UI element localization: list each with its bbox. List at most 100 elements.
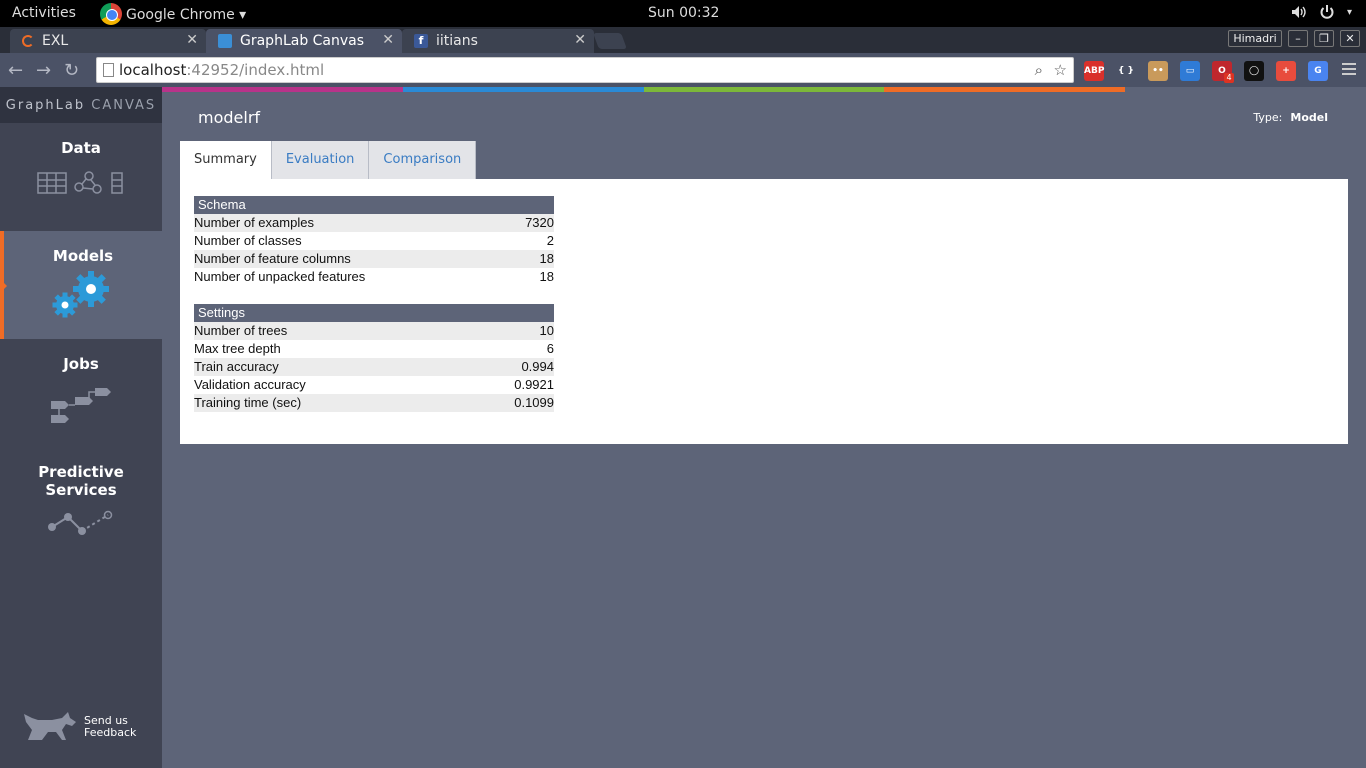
schema-rows: Number of examples 7320 Number of classes… xyxy=(194,214,554,286)
row-value: 7320 xyxy=(525,215,554,230)
row-label: Number of unpacked features xyxy=(194,269,366,284)
volume-icon[interactable] xyxy=(1291,5,1307,19)
adblock-plus-icon[interactable]: ABP xyxy=(1084,61,1104,81)
row-value: 18 xyxy=(539,269,554,284)
row-label: Training time (sec) xyxy=(194,395,302,410)
table-row: Number of feature columns 18 xyxy=(194,250,554,268)
loading-spinner-icon xyxy=(22,35,34,47)
zoom-icon[interactable]: ⌕ xyxy=(1035,58,1043,82)
profile-button[interactable]: Himadri xyxy=(1228,30,1282,47)
model-type: Type: Model xyxy=(1253,111,1328,124)
address-bar[interactable]: localhost:42952/index.html ⌕ ☆ xyxy=(96,57,1074,83)
model-title: modelrf xyxy=(198,108,261,127)
activities-button[interactable]: Activities xyxy=(12,5,76,21)
facebook-icon: f xyxy=(414,34,428,48)
brand-name: GraphLab xyxy=(5,98,92,113)
url-path: :42952/index.html xyxy=(186,61,325,79)
table-row: Training time (sec) 0.1099 xyxy=(194,394,554,412)
app-menu[interactable]: Google Chrome ▾ xyxy=(100,3,246,25)
row-label: Number of trees xyxy=(194,323,288,338)
summary-panel: Schema Number of examples 7320 Number of … xyxy=(180,179,1348,444)
table-row: Number of examples 7320 xyxy=(194,214,554,232)
tab-title: EXL xyxy=(42,33,69,49)
clock[interactable]: Sun 00:32 xyxy=(648,5,719,21)
reload-icon[interactable]: ↻ xyxy=(64,60,79,81)
settings-header: Settings xyxy=(194,304,554,322)
back-arrow-icon[interactable]: ← xyxy=(8,60,23,81)
sidebar-item-label: Jobs xyxy=(63,355,99,373)
tab-iitians[interactable]: f iitians ✕ xyxy=(402,29,594,53)
sidebar-item-label: Models xyxy=(52,247,114,265)
canvas-main: modelrf Type: Model Summary Evaluation Co… xyxy=(162,92,1366,768)
tab-title: iitians xyxy=(436,33,478,49)
table-row: Max tree depth 6 xyxy=(194,340,554,358)
canvas-sidebar: GraphLab CANVAS Data Models Jobs Predict… xyxy=(0,87,162,768)
google-translate-icon[interactable]: G xyxy=(1308,61,1328,81)
row-label: Validation accuracy xyxy=(194,377,306,392)
table-row: Number of trees 10 xyxy=(194,322,554,340)
row-label: Number of examples xyxy=(194,215,314,230)
line-graph-icon xyxy=(0,509,162,541)
sidebar-item-data[interactable]: Data xyxy=(0,123,162,231)
settings-table: Settings Number of trees 10 Max tree dept… xyxy=(194,304,554,412)
dog-icon xyxy=(24,712,76,740)
send-feedback-link[interactable]: Send us Feedback xyxy=(22,710,136,744)
close-window-button[interactable]: ✕ xyxy=(1340,30,1360,47)
table-row: Train accuracy 0.994 xyxy=(194,358,554,376)
sidebar-item-jobs[interactable]: Jobs xyxy=(0,339,162,447)
url-host: localhost xyxy=(119,61,187,79)
medical-cross-icon[interactable]: + xyxy=(1276,61,1296,81)
table-row: Number of unpacked features 18 xyxy=(194,268,554,286)
table-row: Validation accuracy 0.9921 xyxy=(194,376,554,394)
tab-comparison[interactable]: Comparison xyxy=(369,141,477,179)
model-type-value: Model xyxy=(1290,111,1328,124)
sidebar-item-models[interactable]: Models xyxy=(0,231,162,339)
table-icon xyxy=(37,171,123,194)
forward-arrow-icon[interactable]: → xyxy=(36,60,51,81)
bookmark-star-icon[interactable]: ☆ xyxy=(1054,58,1067,82)
row-label: Train accuracy xyxy=(194,359,279,374)
power-icon[interactable] xyxy=(1319,4,1335,20)
os-top-bar: Activities Google Chrome ▾ Sun 00:32 ▾ xyxy=(0,0,1366,27)
chrome-icon xyxy=(100,3,122,25)
model-tabs: Summary Evaluation Comparison xyxy=(180,141,477,179)
tab-summary[interactable]: Summary xyxy=(180,141,272,179)
maximize-button[interactable]: ❐ xyxy=(1314,30,1334,47)
row-value: 0.9921 xyxy=(514,377,554,392)
tab-graphlab-canvas[interactable]: GraphLab Canvas ✕ xyxy=(206,29,402,53)
chevron-down-icon[interactable]: ▾ xyxy=(1347,7,1352,18)
graphlab-favicon-icon xyxy=(218,34,232,48)
extension-badge: 4 xyxy=(1224,73,1234,83)
row-label: Number of classes xyxy=(194,233,302,248)
row-label: Max tree depth xyxy=(194,341,281,356)
tab-evaluation[interactable]: Evaluation xyxy=(271,141,370,179)
system-tray[interactable]: ▾ xyxy=(1291,4,1352,20)
ring-extension-icon[interactable]: ◯ xyxy=(1244,61,1264,81)
json-formatter-icon[interactable]: { } xyxy=(1116,61,1136,81)
graphlab-canvas-logo: GraphLab CANVAS xyxy=(0,87,162,123)
schema-header: Schema xyxy=(194,196,554,214)
tab-title: GraphLab Canvas xyxy=(240,33,365,49)
row-value: 0.994 xyxy=(521,359,554,374)
close-icon[interactable]: ✕ xyxy=(382,32,394,48)
close-icon[interactable]: ✕ xyxy=(186,32,198,48)
flow-icon xyxy=(0,387,162,431)
row-value: 0.1099 xyxy=(514,395,554,410)
chrome-menu-icon[interactable] xyxy=(1342,63,1356,75)
browser-toolbar: ← → ↻ localhost:42952/index.html ⌕ ☆ ABP… xyxy=(0,53,1366,87)
close-icon[interactable]: ✕ xyxy=(574,32,586,48)
settings-rows: Number of trees 10 Max tree depth 6 Train … xyxy=(194,322,554,412)
sidebar-item-label: Data xyxy=(61,139,101,157)
minimize-button[interactable]: – xyxy=(1288,30,1308,47)
tab-exl[interactable]: EXL ✕ xyxy=(10,29,206,53)
new-tab-button[interactable] xyxy=(593,33,627,49)
table-row: Number of classes 2 xyxy=(194,232,554,250)
sidebar-item-label: Predictive Services xyxy=(38,463,124,499)
sidebar-item-predictive-services[interactable]: Predictive Services xyxy=(0,447,162,555)
row-value: 18 xyxy=(539,251,554,266)
model-type-label: Type: xyxy=(1253,111,1283,124)
face-extension-icon[interactable]: •• xyxy=(1148,61,1168,81)
pocket-extension-icon[interactable]: ▭ xyxy=(1180,61,1200,81)
schema-table: Schema Number of examples 7320 Number of … xyxy=(194,196,554,286)
brand-product: CANVAS xyxy=(91,98,157,113)
